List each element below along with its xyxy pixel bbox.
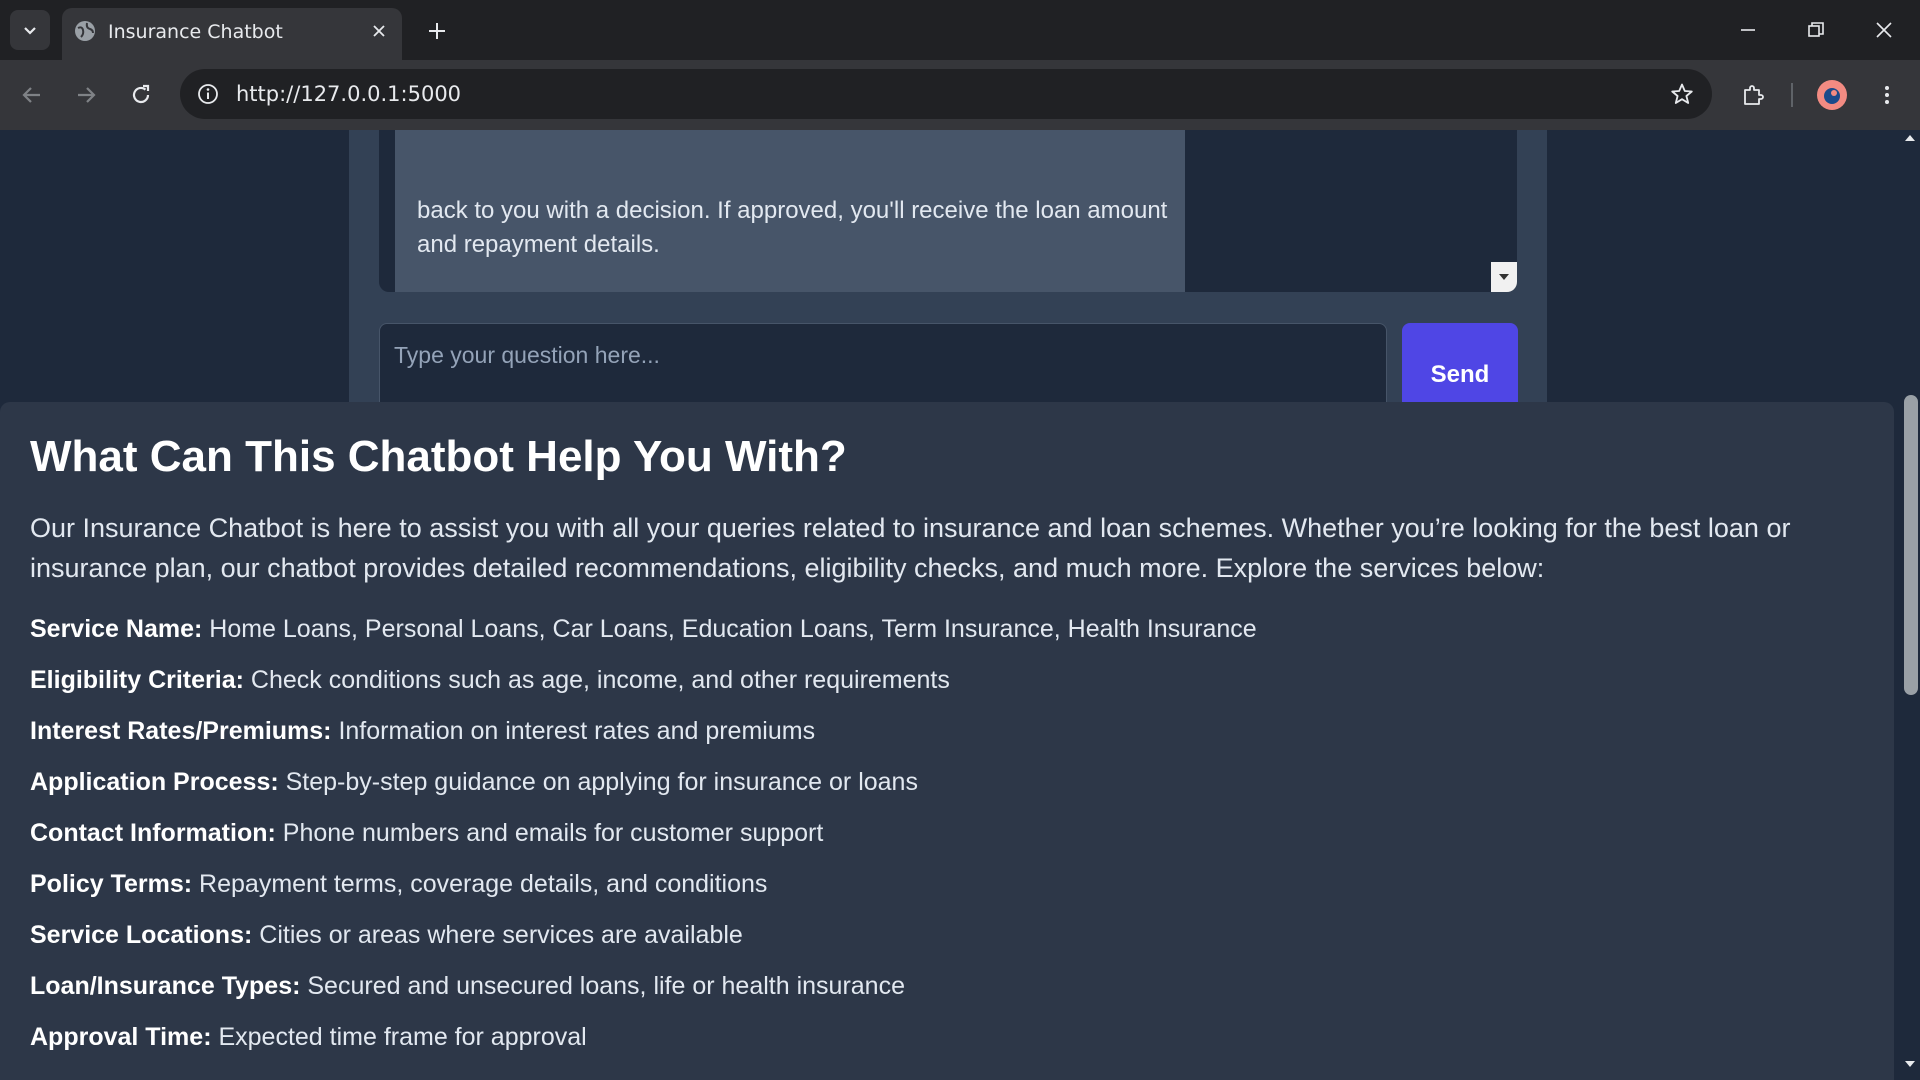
messages-scrollbar[interactable] bbox=[1491, 130, 1517, 292]
service-item-application-process: Application Process: Step-by-step guidan… bbox=[30, 767, 1830, 818]
chevron-down-icon bbox=[24, 27, 36, 35]
service-item-interest-rates: Interest Rates/Premiums: Information on … bbox=[30, 716, 1830, 767]
service-value: Phone numbers and emails for customer su… bbox=[275, 819, 824, 847]
tab-insurance-chatbot[interactable]: Insurance Chatbot bbox=[62, 8, 402, 60]
page-scrollbar[interactable] bbox=[1900, 130, 1920, 1080]
service-item-loan-insurance-types: Loan/Insurance Types: Secured and unsecu… bbox=[30, 971, 1830, 1022]
scroll-down-button[interactable] bbox=[1491, 262, 1517, 292]
bookmark-button[interactable] bbox=[1668, 80, 1696, 108]
service-key: Service Locations: bbox=[30, 921, 253, 949]
caret-down-icon bbox=[1499, 274, 1509, 280]
browser-menu-button[interactable] bbox=[1867, 75, 1907, 115]
url-text[interactable]: http://127.0.0.1:5000 bbox=[236, 82, 461, 106]
avatar-icon bbox=[1824, 88, 1840, 104]
toolbar-divider bbox=[1791, 83, 1793, 107]
info-icon bbox=[198, 84, 218, 104]
service-list: Service Name: Home Loans, Personal Loans… bbox=[30, 614, 1830, 1073]
restore-icon bbox=[1808, 22, 1824, 37]
arrow-left-icon bbox=[22, 87, 40, 103]
chat-messages[interactable]: back to you with a decision. If approved… bbox=[379, 130, 1517, 292]
service-value: Repayment terms, coverage details, and c… bbox=[192, 870, 768, 898]
service-value: Information on interest rates and premiu… bbox=[331, 717, 816, 745]
service-key: Eligibility Criteria: bbox=[30, 666, 244, 694]
tab-search-button[interactable] bbox=[10, 10, 50, 50]
reload-button[interactable] bbox=[121, 75, 161, 115]
back-button[interactable] bbox=[12, 75, 52, 115]
section-title: What Can This Chatbot Help You With? bbox=[30, 432, 847, 481]
arrow-right-icon bbox=[78, 87, 96, 103]
service-key: Approval Time: bbox=[30, 1023, 212, 1051]
services-info-section: What Can This Chatbot Help You With? Our… bbox=[0, 402, 1894, 1080]
caret-up-icon bbox=[1905, 135, 1915, 141]
extensions-button[interactable] bbox=[1733, 75, 1773, 115]
service-item-contact-information: Contact Information: Phone numbers and e… bbox=[30, 818, 1830, 869]
service-key: Service Name: bbox=[30, 615, 203, 643]
tab-title: Insurance Chatbot bbox=[108, 21, 283, 43]
reload-icon bbox=[132, 84, 150, 104]
profile-avatar[interactable] bbox=[1817, 80, 1847, 110]
scrollbar-thumb[interactable] bbox=[1904, 395, 1918, 695]
service-item-service-name: Service Name: Home Loans, Personal Loans… bbox=[30, 614, 1830, 665]
service-value: Cities or areas where services are avail… bbox=[252, 921, 743, 949]
page-viewport: back to you with a decision. If approved… bbox=[0, 130, 1900, 1080]
restore-button[interactable] bbox=[1794, 8, 1838, 52]
address-bar[interactable]: http://127.0.0.1:5000 bbox=[180, 69, 1712, 119]
service-item-eligibility: Eligibility Criteria: Check conditions s… bbox=[30, 665, 1830, 716]
service-value: Secured and unsecured loans, life or hea… bbox=[300, 972, 905, 1000]
caret-down-icon bbox=[1905, 1061, 1915, 1067]
more-vert-icon bbox=[1885, 86, 1889, 104]
service-item-policy-terms: Policy Terms: Repayment terms, coverage … bbox=[30, 869, 1830, 920]
new-tab-button[interactable] bbox=[422, 16, 452, 46]
service-key: Application Process: bbox=[30, 768, 279, 796]
service-value: Step-by-step guidance on applying for in… bbox=[278, 768, 918, 796]
close-window-button[interactable] bbox=[1862, 8, 1906, 52]
browser-toolbar: http://127.0.0.1:5000 bbox=[0, 60, 1920, 130]
service-item-service-locations: Service Locations: Cities or areas where… bbox=[30, 920, 1830, 971]
service-key: Policy Terms: bbox=[30, 870, 193, 898]
bot-message-bubble: back to you with a decision. If approved… bbox=[395, 130, 1185, 292]
scroll-down-arrow[interactable] bbox=[1900, 1060, 1920, 1076]
scroll-up-arrow[interactable] bbox=[1900, 134, 1920, 150]
service-item-approval-time: Approval Time: Expected time frame for a… bbox=[30, 1022, 1830, 1073]
globe-icon bbox=[75, 21, 95, 41]
bot-message-text: back to you with a decision. If approved… bbox=[417, 197, 1168, 258]
star-icon bbox=[1671, 83, 1693, 104]
service-value: Home Loans, Personal Loans, Car Loans, E… bbox=[202, 615, 1257, 643]
close-icon bbox=[373, 25, 385, 37]
forward-button[interactable] bbox=[66, 75, 106, 115]
minimize-icon bbox=[1741, 29, 1755, 31]
section-intro: Our Insurance Chatbot is here to assist … bbox=[30, 513, 1791, 583]
service-key: Interest Rates/Premiums: bbox=[30, 717, 332, 745]
browser-tab-bar: Insurance Chatbot bbox=[0, 0, 1920, 60]
service-value: Check conditions such as age, income, an… bbox=[243, 666, 950, 694]
minimize-button[interactable] bbox=[1726, 8, 1770, 52]
puzzle-icon bbox=[1744, 85, 1764, 105]
service-key: Contact Information: bbox=[30, 819, 276, 847]
site-info-button[interactable] bbox=[192, 78, 224, 110]
service-key: Loan/Insurance Types: bbox=[30, 972, 301, 1000]
tab-close-button[interactable] bbox=[366, 18, 392, 44]
plus-icon bbox=[429, 23, 445, 39]
close-icon bbox=[1876, 22, 1892, 38]
service-value: Expected time frame for approval bbox=[211, 1023, 587, 1051]
